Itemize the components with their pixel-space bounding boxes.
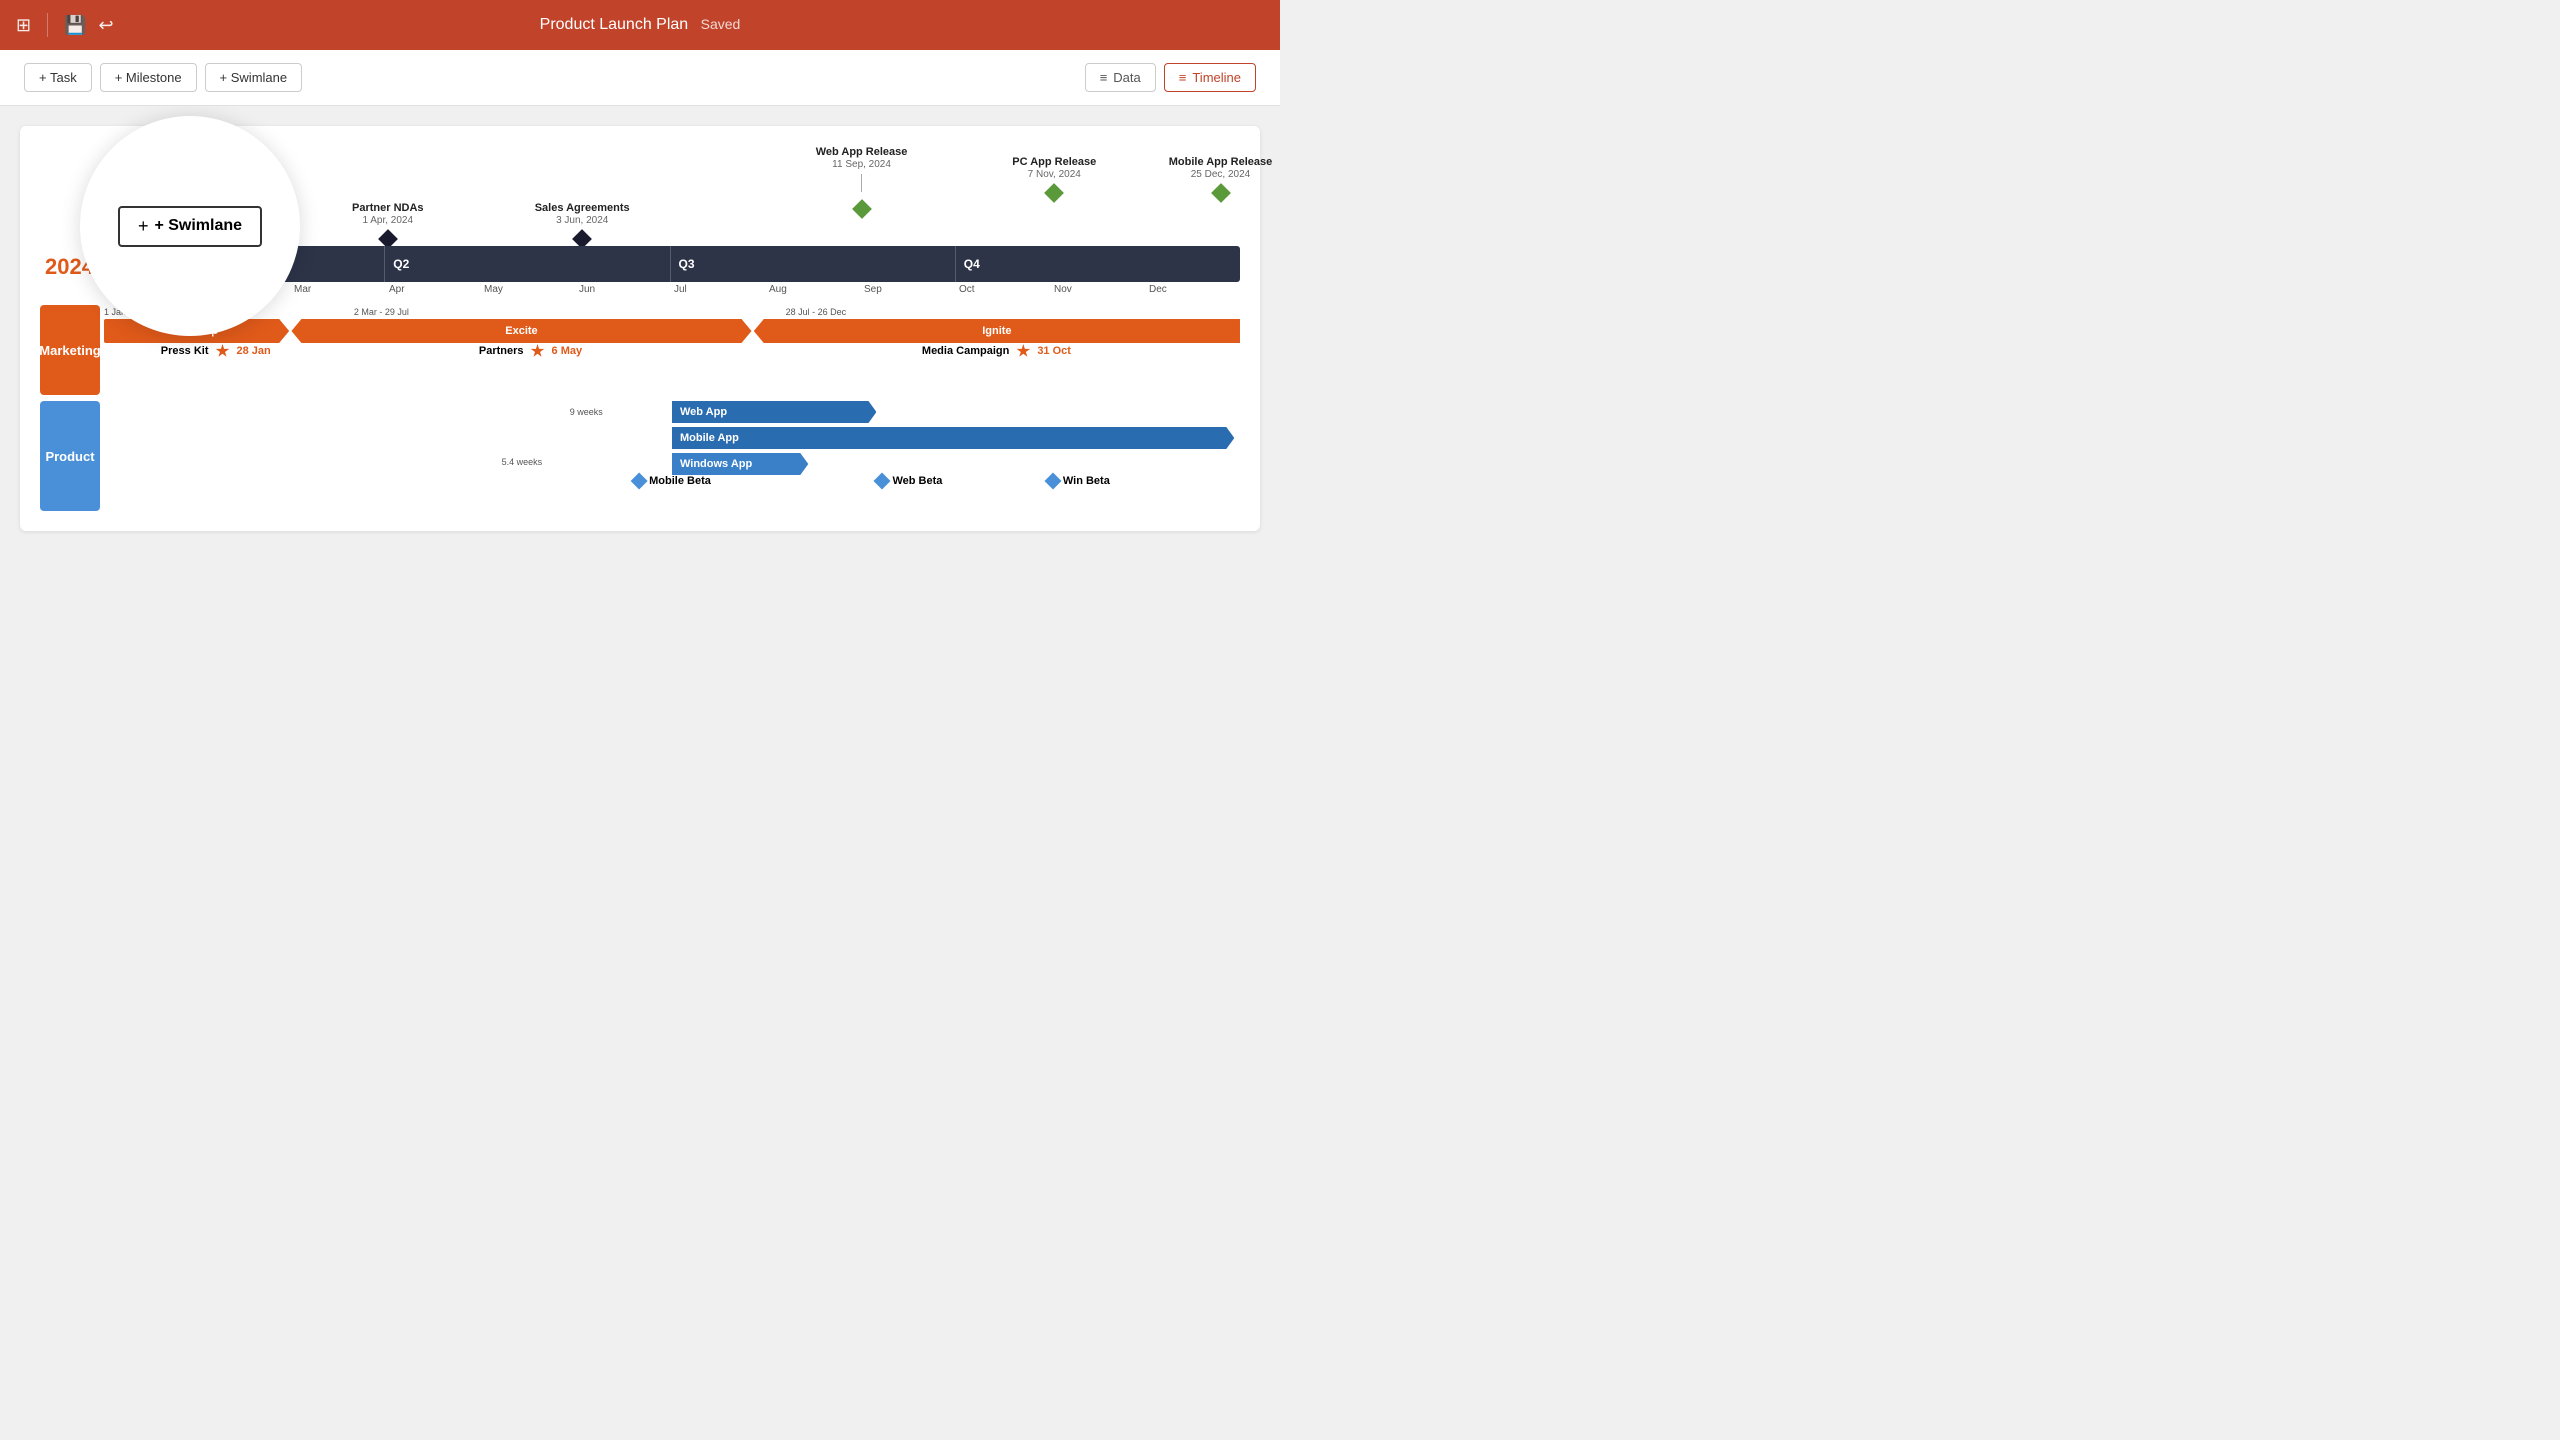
excite-label: Excite <box>505 325 537 337</box>
milestone-diamond-green-icon <box>1211 183 1231 203</box>
win-beta-task: Win Beta <box>1047 475 1110 487</box>
separator <box>47 13 48 37</box>
saved-status: Saved <box>701 16 741 32</box>
windows-weeks: 5.4 weeks <box>502 457 543 467</box>
month-jul: Jul <box>670 284 765 295</box>
milestone-web-app: Web App Release 11 Sep, 2024 <box>816 146 908 246</box>
product-swimlane: Product 9 weeks Web App Mobile App <box>40 401 1240 511</box>
data-view-button[interactable]: ≡ Data <box>1085 63 1156 92</box>
star-icon <box>1016 344 1030 358</box>
media-campaign-task: Media Campaign 31 Oct <box>922 344 1071 358</box>
phase-bars: Develop Excite Ignite <box>104 319 1240 343</box>
milestone-partner-ndas: Partner NDAs 1 Apr, 2024 <box>352 202 424 246</box>
mobile-app-bar: Mobile App <box>672 427 1234 449</box>
milestone-diamond-green-icon <box>852 199 872 219</box>
web-app-bar: Web App <box>672 401 876 423</box>
star-icon <box>216 344 230 358</box>
month-aug: Aug <box>765 284 860 295</box>
press-kit-task: Press Kit 28 Jan <box>161 344 271 358</box>
page-title: Product Launch Plan Saved <box>540 16 741 34</box>
star-icon <box>531 344 545 358</box>
timeline-icon: ≡ <box>1179 70 1187 85</box>
toolbar: + Task + Milestone + Swimlane ≡ Data ≡ T… <box>0 50 1280 106</box>
phase2-daterange: 2 Mar - 29 Jul <box>354 307 409 317</box>
timeline-view-button[interactable]: ≡ Timeline <box>1164 63 1256 92</box>
q3-section: Q3 <box>671 246 956 282</box>
grid-icon[interactable]: ⊞ <box>16 15 31 36</box>
header: ⊞ 💾 ↩ Product Launch Plan Saved <box>0 0 1280 50</box>
q2-section: Q2 <box>385 246 670 282</box>
milestone-pc-app: PC App Release 7 Nov, 2024 <box>1012 156 1096 246</box>
ignite-label: Ignite <box>982 325 1011 337</box>
diamond-icon <box>631 473 648 490</box>
list-icon: ≡ <box>1100 70 1108 85</box>
swimlanes-container: Marketing 1 Jan - 28 Feb 2 Mar - 29 Jul … <box>40 305 1240 511</box>
web-beta-task: Web Beta <box>876 475 942 487</box>
month-jun: Jun <box>575 284 670 295</box>
marketing-content: 1 Jan - 28 Feb 2 Mar - 29 Jul 28 Jul - 2… <box>104 305 1240 395</box>
press-kit-date: 28 Jan <box>237 345 271 357</box>
view-switcher: ≡ Data ≡ Timeline <box>1085 63 1256 92</box>
month-nov: Nov <box>1050 284 1145 295</box>
milestone-mobile-app: Mobile App Release 25 Dec, 2024 <box>1169 156 1273 246</box>
timeline-card: + + Swimlane Distributor Agreements 7 Fe… <box>20 126 1260 531</box>
ignite-phase: Ignite <box>754 319 1240 343</box>
windows-app-bar: Windows App <box>672 453 808 475</box>
phase3-daterange: 28 Jul - 26 Dec <box>786 307 847 317</box>
partners-task: Partners 6 May <box>479 344 582 358</box>
plus-icon: + <box>138 216 149 237</box>
mobile-beta-task: Mobile Beta <box>633 475 711 487</box>
add-swimlane-button[interactable]: + Swimlane <box>205 63 303 92</box>
media-campaign-date: 31 Oct <box>1037 345 1071 357</box>
month-apr: Apr <box>385 284 480 295</box>
milestone-diamond-green-icon <box>1044 183 1064 203</box>
diamond-icon <box>874 473 891 490</box>
product-label: Product <box>40 401 100 511</box>
month-mar: Mar <box>290 284 385 295</box>
popup-swimlane-button[interactable]: + + Swimlane <box>118 206 262 247</box>
month-may: May <box>480 284 575 295</box>
product-content: 9 weeks Web App Mobile App 5.4 weeks <box>104 401 1240 511</box>
partners-date: 6 May <box>552 345 583 357</box>
add-milestone-button[interactable]: + Milestone <box>100 63 197 92</box>
excite-phase: Excite <box>291 319 751 343</box>
marketing-label: Marketing <box>40 305 100 395</box>
save-icon[interactable]: 💾 <box>64 15 86 36</box>
undo-icon[interactable]: ↩ <box>99 15 114 36</box>
popup-circle: + + Swimlane <box>80 116 300 336</box>
diamond-icon <box>1044 473 1061 490</box>
add-task-button[interactable]: + Task <box>24 63 92 92</box>
q4-section: Q4 <box>956 246 1240 282</box>
month-dec: Dec <box>1145 284 1240 295</box>
month-sep: Sep <box>860 284 955 295</box>
main-content: + + Swimlane Distributor Agreements 7 Fe… <box>0 106 1280 720</box>
milestone-sales: Sales Agreements 3 Jun, 2024 <box>535 202 630 246</box>
month-oct: Oct <box>955 284 1050 295</box>
web-app-weeks: 9 weeks <box>570 407 603 417</box>
